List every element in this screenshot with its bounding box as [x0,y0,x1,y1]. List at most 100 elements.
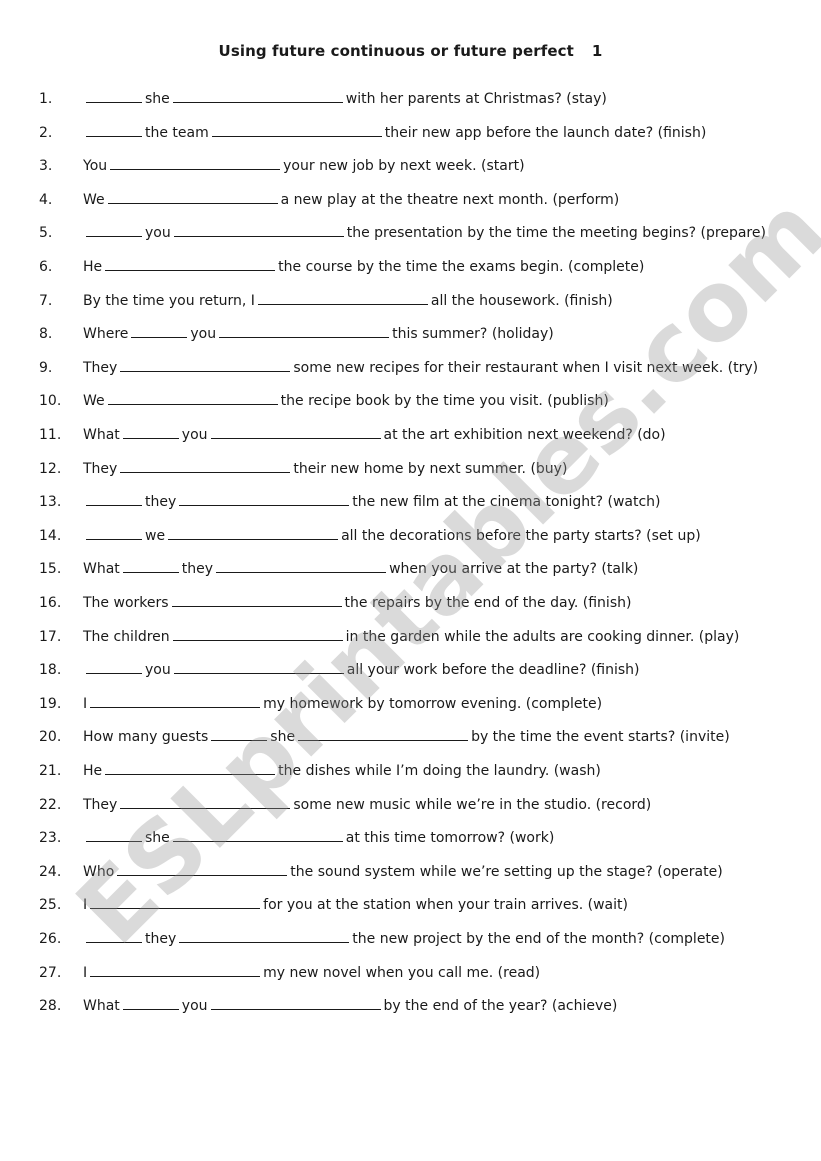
item-number: 19. [39,695,62,712]
answer-blank-short[interactable] [86,222,142,238]
item-sentence: we all the decorations before the party s… [83,525,701,547]
answer-blank-long[interactable] [171,592,342,607]
sentence-text: you [145,662,171,679]
sentence-text: you [181,427,208,443]
sentence-text: at this time tomorrow? (work) [345,830,555,847]
answer-blank-short[interactable] [131,323,188,339]
answer-blank-long[interactable] [173,659,344,675]
answer-blank-long[interactable] [117,861,288,876]
sentence-text: some new music while we’re in the studio… [293,796,652,813]
sentence-text: You [83,158,108,175]
answer-blank-short[interactable] [86,525,142,540]
sentence-text: What [83,427,120,443]
answer-blank-long[interactable] [211,122,382,137]
item-number: 13. [39,494,62,511]
answer-blank-short[interactable] [122,995,179,1011]
item-sentence: Where you this summer? (holiday) [83,323,554,345]
sentence-text: you [145,225,171,242]
sentence-text: The children [83,628,170,645]
answer-blank-short[interactable] [122,558,179,574]
item-sentence: They some new recipes for their restauran… [83,357,758,379]
item-sentence: The workers the repairs by the end of the… [83,592,631,614]
answer-blank-long[interactable] [257,290,428,305]
answer-blank-long[interactable] [90,962,261,977]
item-sentence: We the recipe book by the time you visit.… [83,390,609,412]
item-sentence: she at this time tomorrow? (work) [83,827,554,849]
sentence-text: I [83,897,88,914]
answer-blank-long[interactable] [173,222,344,238]
answer-blank-long[interactable] [107,189,278,204]
sentence-text: they [145,494,177,511]
item-number: 15. [39,561,62,578]
answer-blank-short[interactable] [86,928,142,943]
item-number: 16. [39,595,62,611]
item-number: 8. [39,326,53,343]
item-sentence: He the course by the time the exams begin… [83,256,644,278]
answer-blank-long[interactable] [172,827,343,843]
answer-blank-short[interactable] [86,491,142,507]
answer-blank-short[interactable] [122,424,179,439]
answer-blank-short[interactable] [86,88,142,103]
item-sentence: she with her parents at Christmas? (stay) [83,88,607,110]
sentence-text: What [83,561,120,578]
answer-blank-long[interactable] [210,995,381,1011]
sentence-text: a new play at the theatre next month. (p… [280,191,620,208]
answer-blank-long[interactable] [216,558,387,574]
item-number: 1. [39,91,53,107]
answer-blank-long[interactable] [219,323,390,339]
sentence-text: They [83,796,118,813]
item-number: 7. [39,292,53,309]
item-sentence: By the time you return, I all the housewo… [83,290,613,312]
sentence-text: when you arrive at the party? (talk) [389,561,639,578]
sentence-text: for you at the station when your train a… [263,897,628,914]
answer-blank-long[interactable] [120,357,291,372]
sentence-text: they [181,561,214,578]
item-number: 21. [39,763,62,779]
sentence-text: your new job by next week. (start) [283,158,525,175]
item-number: 3. [39,158,53,175]
sentence-text: by the time the event starts? (invite) [471,729,730,746]
title-number: 1 [591,42,603,60]
item-sentence: Imy homework by tomorrow evening. (compl… [83,693,602,715]
answer-blank-long[interactable] [107,390,278,406]
answer-blank-long[interactable] [179,491,350,507]
answer-blank-short[interactable] [86,659,142,675]
item-number: 9. [39,359,53,376]
item-number: 27. [39,964,62,981]
answer-blank-long[interactable] [172,88,343,103]
sentence-text: the new film at the cinema tonight? (wat… [352,494,661,511]
answer-blank-short[interactable] [86,122,142,137]
answer-blank-long[interactable] [172,626,343,641]
item-sentence: they the new film at the cinema tonight? … [83,491,661,513]
item-number: 18. [39,662,62,679]
answer-blank-short[interactable] [211,726,268,742]
answer-blank-long[interactable] [105,760,276,775]
sentence-text: Where [83,326,129,343]
item-sentence: they the new project by the end of the mo… [83,928,725,950]
answer-blank-long[interactable] [120,458,291,473]
sentence-text: I [83,964,88,981]
item-sentence: you the presentation by the time the meet… [83,222,766,244]
answer-blank-short[interactable] [86,827,142,843]
answer-blank-long[interactable] [90,693,261,708]
sentence-text: she [145,91,170,107]
sentence-text: He [83,259,103,275]
answer-blank-long[interactable] [90,894,261,910]
item-sentence: How many guests she by the time the event … [83,726,730,748]
item-number: 24. [39,863,62,880]
sentence-text: we [145,527,166,544]
answer-blank-long[interactable] [168,525,339,540]
sentence-text: I [83,695,88,712]
item-sentence: the team their new app before the launch … [83,122,706,144]
answer-blank-long[interactable] [210,424,381,439]
answer-blank-long[interactable] [298,726,469,742]
item-sentence: The children in the garden while the adul… [83,626,739,648]
answer-blank-long[interactable] [105,256,276,271]
item-sentence: They their new home by next summer. (buy) [83,458,567,480]
sentence-text: the presentation by the time the meeting… [346,225,766,242]
sentence-text: He [83,763,103,779]
answer-blank-long[interactable] [179,928,350,943]
answer-blank-long[interactable] [120,794,291,809]
answer-blank-long[interactable] [110,155,281,171]
sentence-text: the dishes while I’m doing the laundry. … [278,763,601,779]
